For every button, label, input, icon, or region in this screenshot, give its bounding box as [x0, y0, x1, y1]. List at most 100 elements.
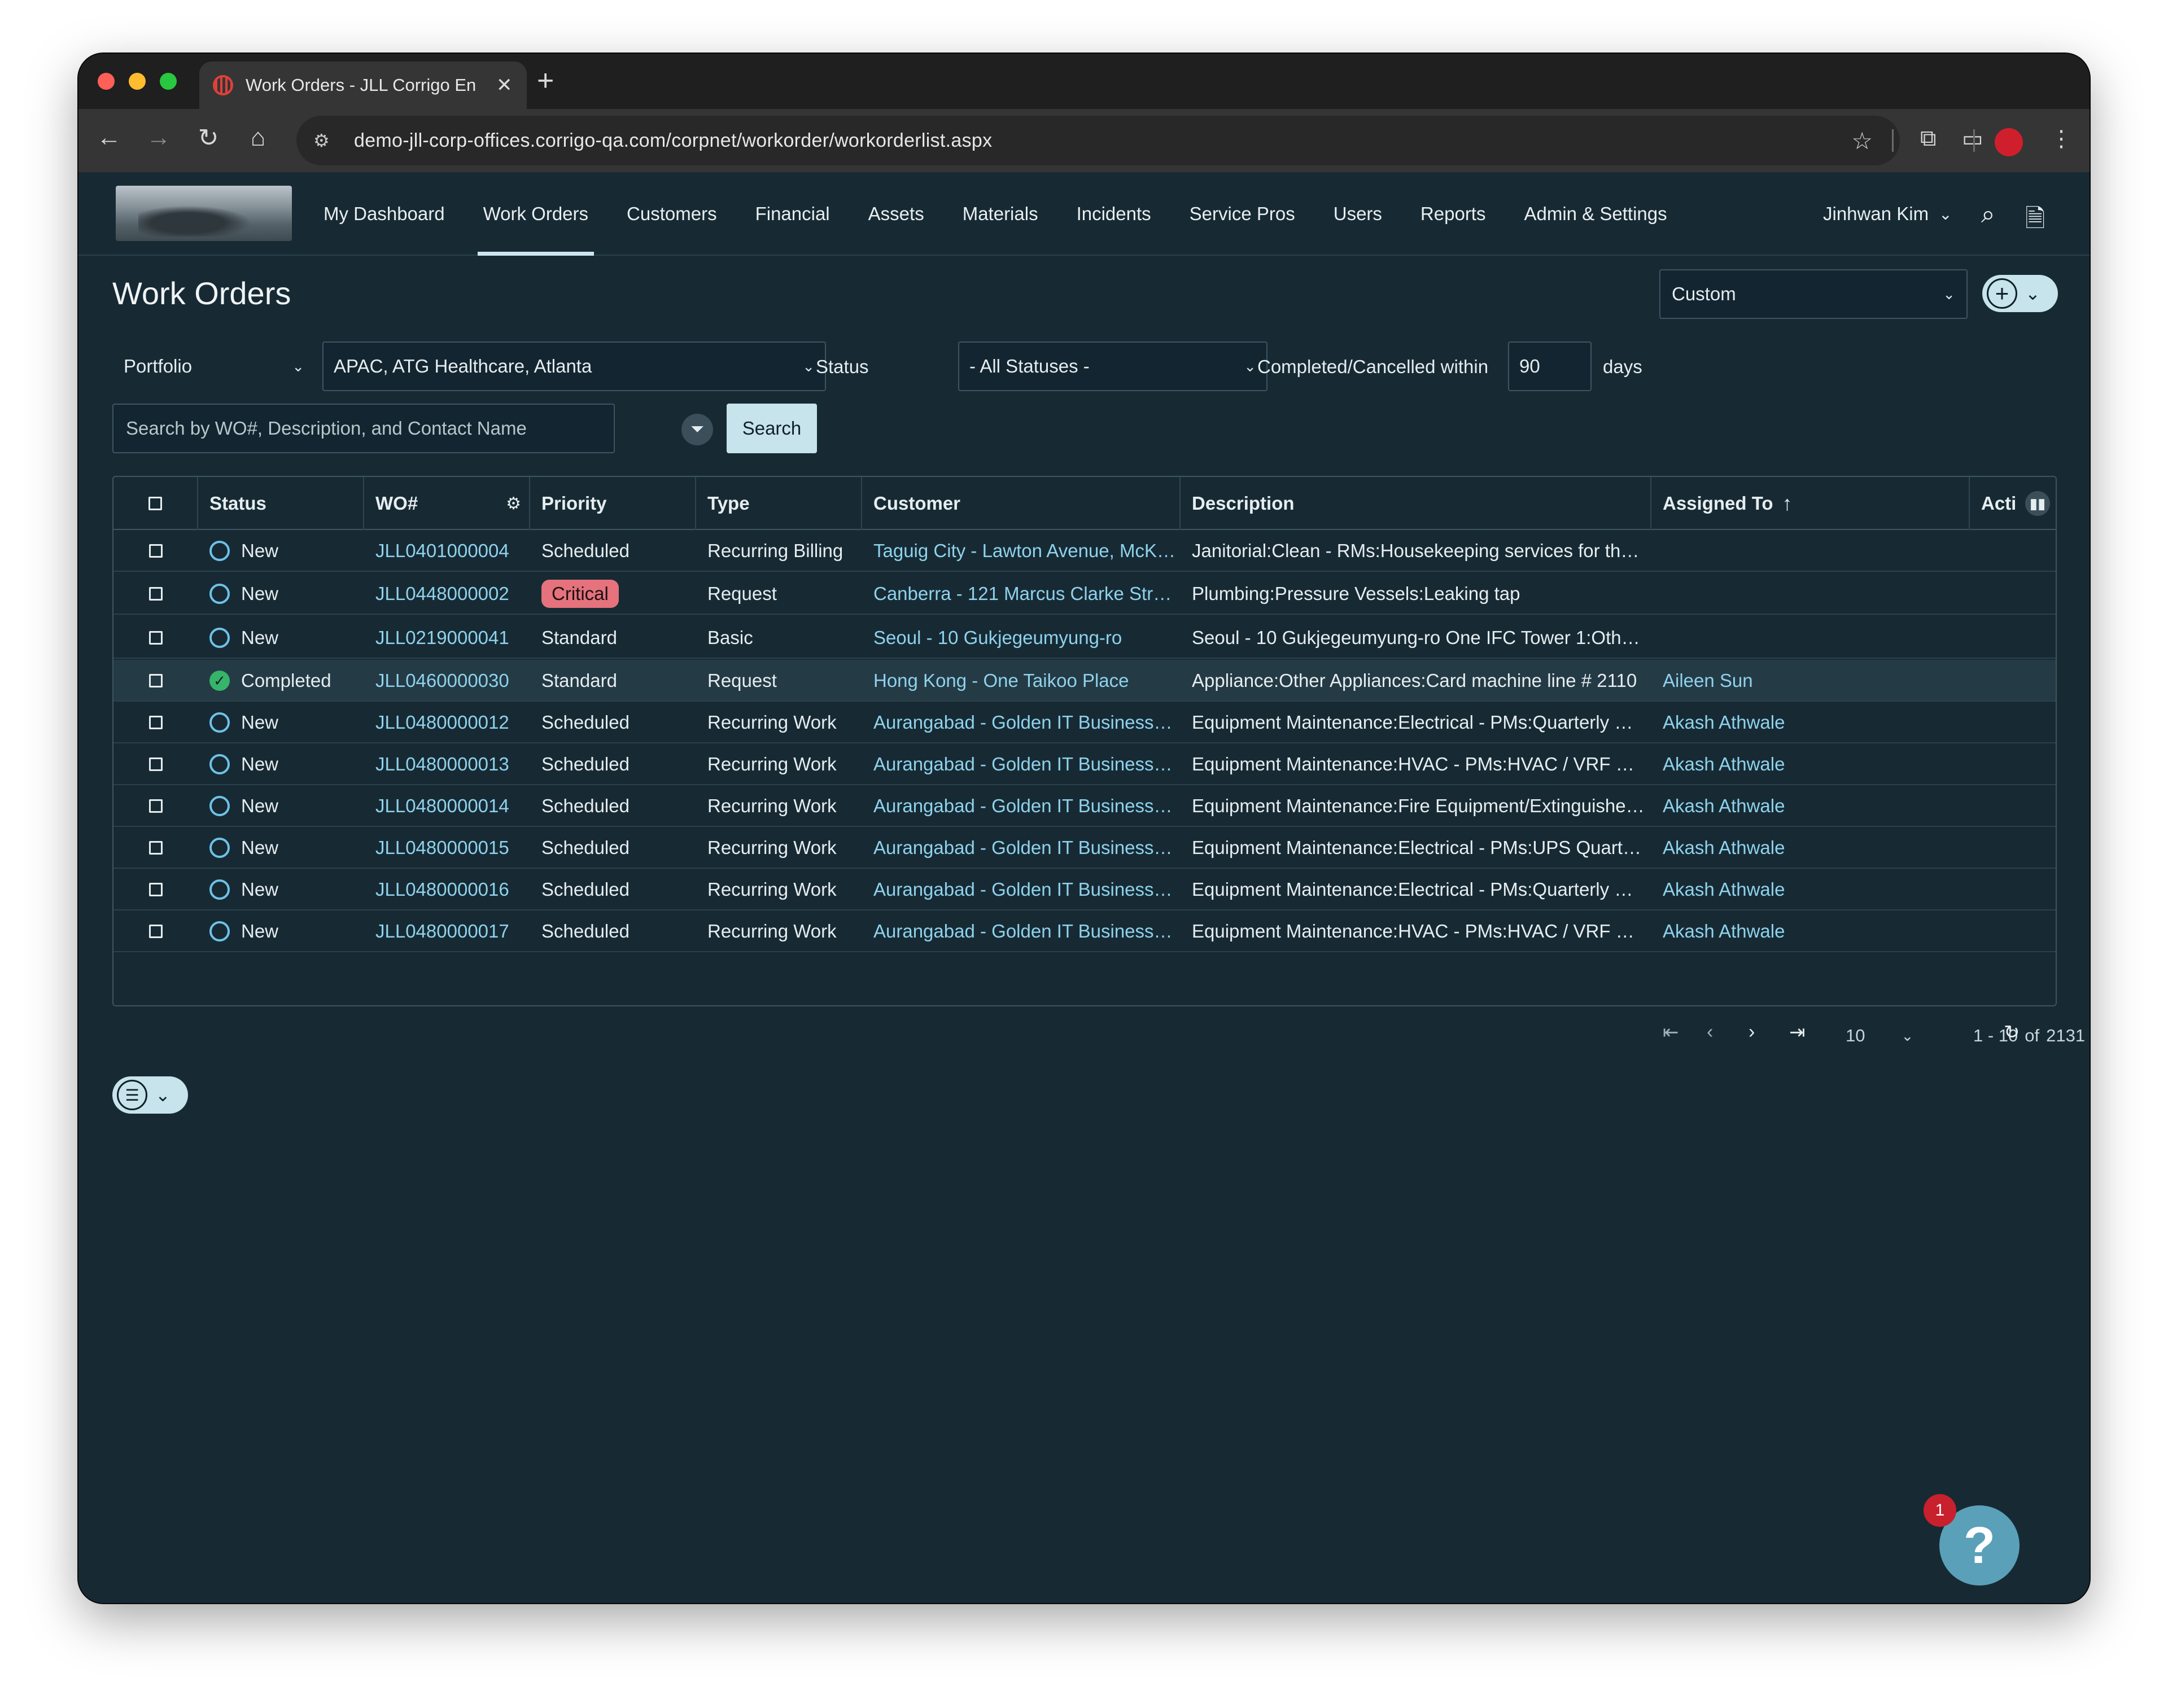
refresh-icon[interactable]: ↻: [2004, 1021, 2020, 1044]
row-checkbox[interactable]: [149, 631, 163, 645]
filter-icon[interactable]: ⏷: [681, 414, 713, 445]
forward-icon[interactable]: →: [142, 124, 176, 152]
close-tab-icon[interactable]: ✕: [496, 74, 513, 97]
table-row[interactable]: New JLL0480000017 Scheduled Recurring Work A…: [113, 910, 2056, 952]
column-header-priority[interactable]: Priority: [530, 477, 696, 530]
assignee-link[interactable]: Akash Athwale: [1663, 879, 1785, 900]
reload-icon[interactable]: ↻: [191, 124, 225, 152]
view-options-button[interactable]: ☰ ⌄: [112, 1076, 188, 1114]
back-icon[interactable]: ←: [92, 124, 126, 152]
nav-reports[interactable]: Reports: [1401, 172, 1505, 256]
row-checkbox[interactable]: [149, 544, 163, 558]
work-order-link[interactable]: JLL0480000012: [375, 712, 509, 733]
row-checkbox[interactable]: [149, 674, 163, 687]
page-size-select[interactable]: 10 ⌄: [1846, 1019, 1913, 1053]
browser-menu-icon[interactable]: ⋮: [2050, 126, 2073, 152]
nav-service-pros[interactable]: Service Pros: [1170, 172, 1314, 256]
work-order-link[interactable]: JLL0401000004: [375, 540, 509, 562]
work-order-link[interactable]: JLL0480000015: [375, 837, 509, 859]
column-chooser-icon[interactable]: ▮▮: [2025, 491, 2050, 516]
customer-link[interactable]: Aurangabad - Golden IT Business Park: [873, 921, 1176, 942]
browser-tab[interactable]: Work Orders - JLL Corrigo En ✕: [199, 62, 527, 109]
table-row[interactable]: New JLL0480000015 Scheduled Recurring Work A…: [113, 827, 2056, 869]
cast-icon[interactable]: ▭: [1962, 126, 1983, 152]
customer-link[interactable]: Seoul - 10 Gukjegeumyung-ro: [873, 627, 1122, 649]
table-row[interactable]: ✓ Completed JLL0460000030 Standard Request Ho…: [113, 660, 2056, 702]
add-work-order-button[interactable]: + ⌄: [1982, 275, 2058, 312]
search-button[interactable]: Search: [727, 404, 817, 453]
assignee-link[interactable]: Akash Athwale: [1663, 754, 1785, 775]
customer-link[interactable]: Aurangabad - Golden IT Business Park: [873, 795, 1176, 817]
nav-financial[interactable]: Financial: [736, 172, 849, 256]
completed-days-input[interactable]: 90: [1508, 341, 1592, 391]
profile-avatar[interactable]: [1995, 128, 2023, 156]
table-row[interactable]: New JLL0480000012 Scheduled Recurring Work A…: [113, 702, 2056, 743]
row-checkbox[interactable]: [149, 883, 163, 896]
customer-link[interactable]: Canberra - 121 Marcus Clarke Street: [873, 583, 1176, 605]
customer-link[interactable]: Taguig City - Lawton Avenue, McKinley: [873, 540, 1176, 562]
portfolio-filter-toggle[interactable]: Portfolio ⌄: [112, 341, 316, 391]
customer-link[interactable]: Aurangabad - Golden IT Business Park: [873, 879, 1176, 900]
work-order-link[interactable]: JLL0448000002: [375, 583, 509, 605]
row-checkbox[interactable]: [149, 587, 163, 601]
work-order-link[interactable]: JLL0480000016: [375, 879, 509, 900]
assignee-link[interactable]: Akash Athwale: [1663, 712, 1785, 733]
column-header-status[interactable]: Status: [198, 477, 364, 530]
nav-materials[interactable]: Materials: [943, 172, 1057, 256]
assignee-link[interactable]: Akash Athwale: [1663, 921, 1785, 942]
row-checkbox[interactable]: [149, 716, 163, 729]
nav-work-orders[interactable]: Work Orders: [464, 172, 607, 256]
column-header-actions[interactable]: Acti ▮▮: [1970, 477, 2056, 530]
table-row[interactable]: New JLL0480000014 Scheduled Recurring Work A…: [113, 785, 2056, 827]
previous-page-icon[interactable]: ‹: [1707, 1021, 1713, 1043]
column-settings-icon[interactable]: ⚙: [506, 494, 521, 514]
nav-admin-settings[interactable]: Admin & Settings: [1505, 172, 1686, 256]
nav-customers[interactable]: Customers: [607, 172, 736, 256]
bookmark-star-icon[interactable]: ☆: [1851, 127, 1873, 155]
work-order-link[interactable]: JLL0219000041: [375, 627, 509, 649]
customer-link[interactable]: Aurangabad - Golden IT Business Park: [873, 712, 1176, 733]
table-row[interactable]: New JLL0401000004 Scheduled Recurring Billi…: [113, 530, 2056, 572]
first-page-icon[interactable]: ⇤: [1663, 1021, 1679, 1044]
assignee-link[interactable]: Akash Athwale: [1663, 837, 1785, 859]
row-checkbox[interactable]: [149, 799, 163, 813]
select-all-checkbox[interactable]: [148, 497, 162, 510]
extensions-icon[interactable]: ⧉: [1920, 126, 1937, 151]
assignee-link[interactable]: Aileen Sun: [1663, 670, 1753, 691]
status-select[interactable]: - All Statuses - ⌄: [958, 341, 1267, 391]
assignee-link[interactable]: Akash Athwale: [1663, 795, 1785, 817]
table-row[interactable]: New JLL0480000013 Scheduled Recurring Work A…: [113, 743, 2056, 785]
home-icon[interactable]: ⌂: [241, 124, 275, 152]
document-settings-icon[interactable]: 🗎: [2025, 200, 2045, 243]
table-row[interactable]: New JLL0480000016 Scheduled Recurring Work A…: [113, 869, 2056, 910]
last-page-icon[interactable]: ⇥: [1789, 1021, 1806, 1044]
search-input[interactable]: Search by WO#, Description, and Contact …: [112, 404, 615, 453]
site-settings-icon[interactable]: ⚙: [313, 130, 338, 151]
minimize-window-button[interactable]: [129, 73, 146, 90]
nav-my-dashboard[interactable]: My Dashboard: [304, 172, 464, 256]
table-row[interactable]: New JLL0448000002 Critical Request Canberra …: [113, 573, 2056, 615]
work-order-link[interactable]: JLL0460000030: [375, 670, 509, 691]
customer-link[interactable]: Aurangabad - Golden IT Business Park: [873, 754, 1176, 775]
user-menu[interactable]: Jinhwan Kim ⌄: [1823, 172, 1952, 256]
close-window-button[interactable]: [98, 73, 115, 90]
work-order-link[interactable]: JLL0480000017: [375, 921, 509, 942]
row-checkbox[interactable]: [149, 925, 163, 938]
table-row[interactable]: New JLL0219000041 Standard Basic Seoul - 10 …: [113, 617, 2056, 659]
nav-users[interactable]: Users: [1314, 172, 1401, 256]
column-header-type[interactable]: Type: [696, 477, 862, 530]
next-page-icon[interactable]: ›: [1749, 1021, 1755, 1043]
nav-assets[interactable]: Assets: [849, 172, 943, 256]
column-header-wo[interactable]: WO# ⚙: [364, 477, 530, 530]
customer-link[interactable]: Hong Kong - One Taikoo Place: [873, 670, 1129, 691]
row-checkbox[interactable]: [149, 757, 163, 771]
view-select[interactable]: Custom ⌄: [1659, 269, 1968, 319]
portfolio-select[interactable]: APAC, ATG Healthcare, Atlanta ⌄: [322, 341, 826, 391]
new-tab-icon[interactable]: +: [537, 64, 554, 98]
address-bar[interactable]: ⚙ demo-jll-corp-offices.corrigo-qa.com/c…: [296, 116, 1900, 165]
column-header-description[interactable]: Description: [1181, 477, 1651, 530]
work-order-link[interactable]: JLL0480000014: [375, 795, 509, 817]
row-checkbox[interactable]: [149, 841, 163, 855]
column-header-assigned-to[interactable]: Assigned To ↑: [1651, 477, 1970, 530]
search-icon[interactable]: ⌕: [1981, 200, 1995, 229]
